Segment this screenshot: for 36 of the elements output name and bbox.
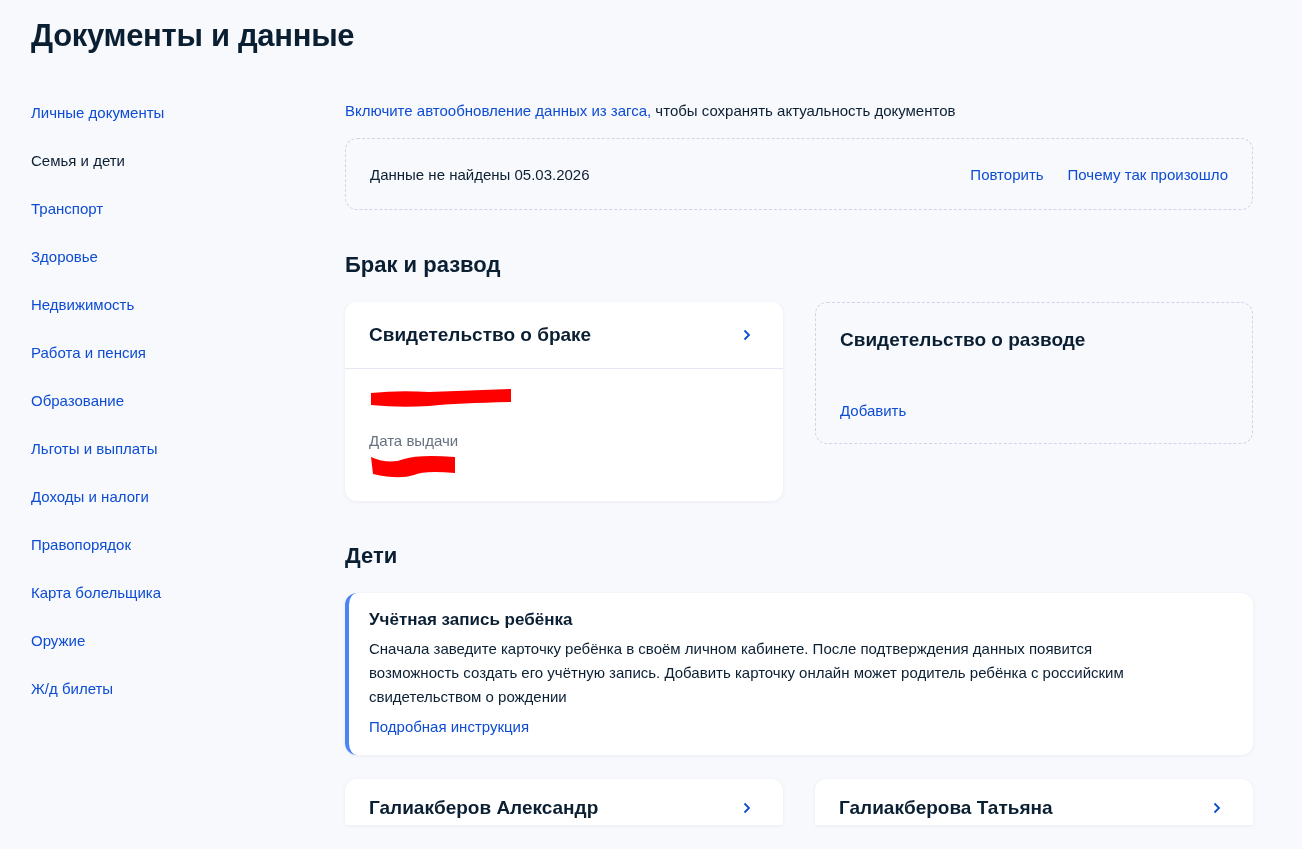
sidebar-item[interactable]: Недвижимость bbox=[31, 294, 135, 315]
chevron-right-icon[interactable] bbox=[743, 329, 751, 341]
card-title: Свидетельство о браке bbox=[369, 323, 592, 347]
sidebar-item[interactable]: Семья и дети bbox=[31, 150, 125, 171]
autoupdate-notice: Включите автообновление данных из загса, чтобы сохранять актуальность документов bbox=[345, 101, 957, 121]
sidebar-item[interactable]: Транспорт bbox=[31, 198, 104, 219]
sidebar-item[interactable]: Правопорядок bbox=[31, 534, 132, 555]
document-card[interactable]: Свидетельство о браке Дата выдачи bbox=[345, 302, 783, 501]
section-title: Дети bbox=[345, 542, 399, 570]
card-title: Галиакберова Татьяна bbox=[839, 796, 1053, 820]
status-message: Данные не найдены 05.03.2026 bbox=[370, 165, 590, 183]
card-title: Свидетельство о разводе bbox=[840, 328, 1086, 352]
sidebar-item[interactable]: Образование bbox=[31, 390, 124, 411]
sidebar-item[interactable]: Работа и пенсия bbox=[31, 342, 146, 363]
child-card[interactable]: Галиакберова Татьяна bbox=[815, 779, 1253, 825]
field-label: Дата выдачи bbox=[369, 431, 459, 451]
sidebar-item[interactable]: Доходы и налоги bbox=[31, 486, 149, 507]
autoupdate-link[interactable]: Включите автообновление данных из загса, bbox=[345, 102, 652, 119]
card-title: Галиакберов Александр bbox=[369, 796, 599, 820]
sidebar-item[interactable]: Карта болельщика bbox=[31, 582, 162, 603]
section-title: Брак и развод bbox=[345, 251, 502, 279]
sidebar-item[interactable]: Оружие bbox=[31, 630, 86, 651]
instruction-link[interactable]: Подробная инструкция bbox=[369, 715, 530, 739]
sidebar-item[interactable]: Здоровье bbox=[31, 246, 98, 267]
child-card[interactable]: Галиакберов Александр bbox=[345, 779, 783, 825]
page-title: Документы и данные bbox=[31, 17, 356, 55]
add-link[interactable]: Добавить bbox=[840, 402, 907, 419]
info-card-title: Учётная запись ребёнка bbox=[369, 609, 574, 631]
chevron-right-icon[interactable] bbox=[1213, 802, 1221, 814]
sidebar-item[interactable]: Льготы и выплаты bbox=[31, 438, 158, 459]
status-action-link[interactable]: Почему так произошло bbox=[1067, 165, 1228, 183]
sidebar-item[interactable]: Ж/д билеты bbox=[31, 678, 114, 699]
info-card-text: Сначала заведите карточку ребёнка в своём личном кабинете. После подтверждения данных появится возможность создать его учётную запись. Добавить карточку онлайн может родитель ребёнка с российским свидетельством о рождении bbox=[369, 639, 1125, 707]
chevron-right-icon[interactable] bbox=[743, 802, 751, 814]
sidebar-item[interactable]: Личные документы bbox=[31, 102, 165, 123]
status-action-link[interactable]: Повторить bbox=[970, 165, 1044, 183]
